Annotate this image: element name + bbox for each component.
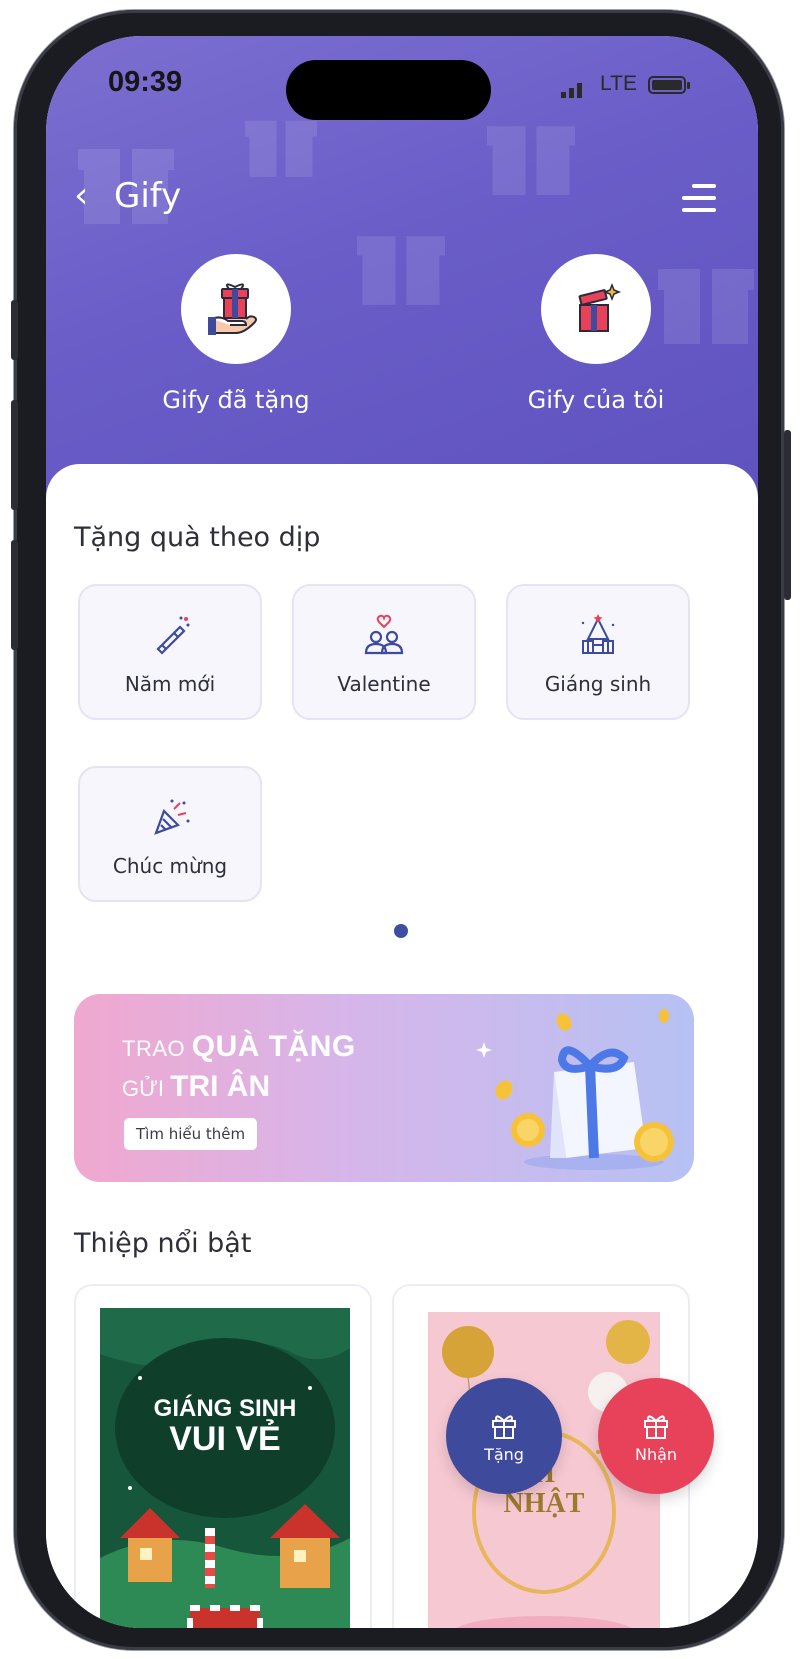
- christmas-tree-icon: [508, 612, 688, 658]
- gify-sent-button[interactable]: Gify đã tặng: [126, 254, 346, 414]
- receive-fab-label: Nhận: [634, 1444, 678, 1464]
- occasion-label: Năm mới: [124, 672, 216, 696]
- gift-icon: [492, 1414, 516, 1439]
- occasion-label: Chúc mừng: [112, 854, 228, 878]
- chevron-left-icon[interactable]: ‹: [74, 176, 88, 216]
- banner-line-2: GỬI TRI ÂN: [122, 1070, 271, 1103]
- christmas-card-image: GIÁNG SINH VUI VẺ: [100, 1308, 350, 1628]
- screen: 09:39 LTE ‹ Gify Gify đã tặng Gify của t…: [46, 36, 758, 1628]
- power-button: [784, 430, 791, 600]
- my-gify-button[interactable]: Gify của tôi: [486, 254, 706, 414]
- gift-coins-illustration: [476, 1009, 674, 1170]
- network-label: LTE: [600, 72, 637, 95]
- champagne-icon: [80, 612, 260, 658]
- learn-more-button[interactable]: Tìm hiểu thêm: [124, 1118, 258, 1150]
- occasion-label: Giáng sinh: [544, 672, 652, 696]
- occasion-label: Valentine: [337, 672, 431, 696]
- receive-fab-button[interactable]: Nhận: [598, 1378, 714, 1494]
- party-popper-icon: [80, 794, 260, 840]
- side-button: [11, 300, 18, 360]
- volume-down-button: [11, 540, 18, 650]
- my-gify-label: Gify của tôi: [527, 386, 665, 414]
- nav-bar: ‹ Gify: [46, 166, 758, 226]
- page-title: Gify: [114, 176, 182, 216]
- featured-title: Thiệp nổi bật: [74, 1228, 252, 1259]
- card-text-line-1: GIÁNG SINH: [154, 1394, 297, 1422]
- give-fab-button[interactable]: Tặng: [446, 1378, 562, 1494]
- header-hero: 09:39 LTE ‹ Gify Gify đã tặng Gify của t…: [46, 36, 758, 506]
- occasion-valentine[interactable]: Valentine: [292, 584, 476, 720]
- occasion-congrats[interactable]: Chúc mừng: [78, 766, 262, 902]
- card-christmas[interactable]: GIÁNG SINH VUI VẺ: [74, 1284, 372, 1628]
- page-indicator-dot[interactable]: [394, 924, 408, 938]
- give-fab-label: Tặng: [484, 1444, 524, 1464]
- gift-box-sparkle-icon: [541, 254, 651, 364]
- hamburger-menu-icon[interactable]: [682, 184, 716, 220]
- dynamic-island: [286, 60, 491, 120]
- couple-heart-icon: [294, 612, 474, 658]
- promo-banner[interactable]: TRAO QUÀ TẶNG GỬI TRI ÂN Tìm hiểu thêm: [74, 994, 694, 1182]
- occasion-christmas[interactable]: Giáng sinh: [506, 584, 690, 720]
- banner-line-1: TRAO QUÀ TẶNG: [122, 1030, 356, 1063]
- gify-sent-label: Gify đã tặng: [162, 386, 310, 414]
- battery-icon: [648, 76, 690, 94]
- gift-icon: [644, 1414, 668, 1439]
- gift-in-hand-icon: [181, 254, 291, 364]
- status-time: 09:39: [108, 66, 183, 98]
- occasion-new-year[interactable]: Năm mới: [78, 584, 262, 720]
- volume-up-button: [11, 400, 18, 510]
- card-text-line-2: VUI VẺ: [169, 1420, 280, 1458]
- status-bar: 09:39 LTE: [46, 36, 758, 146]
- signal-icon: [561, 83, 582, 98]
- occasions-title: Tặng quà theo dịp: [74, 522, 321, 553]
